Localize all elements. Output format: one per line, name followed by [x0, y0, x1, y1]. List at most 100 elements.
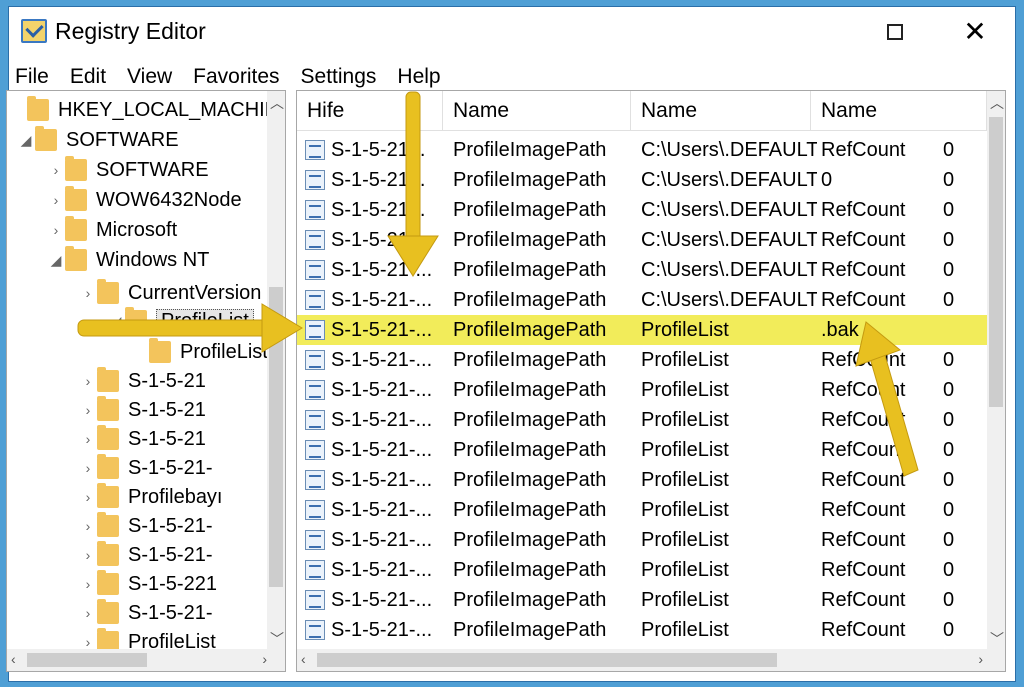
tree-toggle[interactable]: ›	[79, 547, 97, 563]
value-cell: ProfileList	[641, 555, 817, 585]
tree-toggle[interactable]: ›	[47, 162, 65, 178]
tree-item[interactable]: › S-1-5-21	[79, 424, 206, 454]
scroll-left-icon[interactable]: ‹	[11, 651, 16, 667]
tree-item[interactable]: ◢ SOFTWARE	[17, 125, 179, 155]
scroll-thumb[interactable]	[989, 117, 1003, 407]
value-row[interactable]: S-1-5-21-... ProfileImagePath ProfileList R…	[297, 525, 987, 555]
tree-toggle[interactable]: ◢	[47, 252, 65, 269]
value-row[interactable]: S-1-5-21... ProfileImagePath C:\Users\.DEF…	[297, 225, 987, 255]
cell-text: S-1-5-21-...	[331, 348, 433, 371]
cell-text: ProfileImagePath	[453, 468, 607, 491]
value-row[interactable]: S-1-5-21... ProfileImagePath C:\Users\.DEF…	[297, 135, 987, 165]
tree-item-label: Microsoft	[96, 218, 178, 241]
tree-toggle[interactable]: ›	[79, 402, 97, 418]
scroll-down-icon[interactable]: ﹀	[270, 629, 284, 649]
tree-toggle[interactable]: ›	[79, 460, 97, 476]
tree-item[interactable]: › CurrentVersion	[79, 278, 261, 308]
tree-item[interactable]: › Microsoft	[47, 215, 177, 245]
column-header[interactable]: Name	[631, 91, 811, 131]
tree-item[interactable]: › S-1-5-21	[79, 366, 206, 396]
value-row[interactable]: S-1-5-21-... ProfileImagePath ProfileList R…	[297, 465, 987, 495]
tree-toggle[interactable]: ›	[79, 634, 97, 650]
scroll-thumb[interactable]	[27, 653, 147, 667]
menu-settings[interactable]: Settings	[301, 65, 377, 89]
cell-text: 0	[943, 588, 955, 611]
pane-splitter[interactable]	[288, 90, 294, 672]
value-row[interactable]: S-1-5-21-... ProfileImagePath C:\Users\.DE…	[297, 255, 987, 285]
scroll-up-icon[interactable]: ︿	[990, 93, 1004, 113]
scroll-left-icon[interactable]: ‹	[301, 651, 306, 667]
maximize-button[interactable]	[875, 17, 915, 47]
value-row[interactable]: S-1-5-21-... ProfileImagePath ProfileList R…	[297, 585, 987, 615]
value-row[interactable]: S-1-5-21-... ProfileImagePath ProfileList R…	[297, 345, 987, 375]
value-row[interactable]: S-1-5-21-... ProfileImagePath ProfileList R…	[297, 375, 987, 405]
tree-item[interactable]: › S-1-5-21-	[79, 540, 212, 570]
tree-toggle[interactable]: ◢	[107, 313, 125, 330]
menu-favorites[interactable]: Favorites	[193, 65, 279, 89]
tree-item-label: Windows NT	[96, 248, 210, 271]
value-row[interactable]: S-1-5-21... ProfileImagePath C:\Users\.DEF…	[297, 165, 987, 195]
tree-toggle[interactable]: ›	[79, 605, 97, 621]
tree-item-selected[interactable]: ◢ ProfileList	[107, 306, 254, 336]
value-cell: ProfileList	[641, 525, 817, 555]
scroll-right-icon[interactable]: ›	[262, 651, 267, 667]
value-row[interactable]: S-1-5-21-... ProfileImagePath ProfileList R…	[297, 495, 987, 525]
column-header[interactable]: Hife	[297, 91, 443, 131]
cell-text: S-1-5-21...	[331, 138, 426, 161]
tree-item[interactable]: ◢ Windows NT	[47, 245, 209, 275]
scroll-up-icon[interactable]: ︿	[270, 93, 284, 113]
tree-toggle[interactable]: ›	[47, 192, 65, 208]
tree-toggle[interactable]: ›	[79, 576, 97, 592]
tree-toggle[interactable]: ›	[79, 489, 97, 505]
window-title: Registry Editor	[55, 18, 206, 44]
value-row-highlighted[interactable]: S-1-5-21-... ProfileImagePath ProfileList.…	[297, 315, 987, 345]
list-vertical-scrollbar[interactable]: ︿ ﹀	[987, 91, 1005, 651]
scroll-thumb[interactable]	[269, 287, 283, 587]
tree-item[interactable]: › SOFTWARE	[47, 155, 209, 185]
value-cell: RefCount	[821, 345, 937, 375]
tree-toggle[interactable]: ◢	[17, 132, 35, 149]
tree-item[interactable]: › S-1-5-221	[79, 569, 217, 599]
tree-item[interactable]: › S-1-5-21-	[79, 511, 212, 541]
tree-toggle[interactable]: ›	[79, 285, 97, 301]
tree-toggle[interactable]: ›	[79, 373, 97, 389]
registry-value-icon	[305, 140, 325, 160]
cell-text: RefCount	[821, 288, 906, 311]
tree-item[interactable]: › S-1-5-21-	[79, 453, 212, 483]
value-row[interactable]: S-1-5-21-... ProfileImagePath ProfileList R…	[297, 405, 987, 435]
column-header[interactable]: Name	[443, 91, 631, 131]
tree-horizontal-scrollbar[interactable]: ‹ ›	[7, 649, 285, 671]
tree-toggle[interactable]: ›	[47, 222, 65, 238]
cell-text: RefCount	[821, 348, 906, 371]
menu-help[interactable]: Help	[397, 65, 440, 89]
scroll-right-icon[interactable]: ›	[978, 651, 983, 667]
column-header[interactable]: Name	[811, 91, 987, 131]
menu-file[interactable]: File	[15, 65, 49, 89]
tree-item[interactable]: HKEY_LOCAL_MACHINE	[9, 95, 285, 125]
registry-value-icon	[305, 590, 325, 610]
tree-item[interactable]: › WOW6432Node	[47, 185, 242, 215]
value-row[interactable]: S-1-5-21-... ProfileImagePath ProfileList R…	[297, 435, 987, 465]
scroll-down-icon[interactable]: ﹀	[990, 629, 1004, 649]
value-row[interactable]: S-1-5-21-... ProfileImagePath ProfileList R…	[297, 615, 987, 645]
close-button[interactable]: ✕	[955, 17, 995, 47]
tree-vertical-scrollbar[interactable]: ︿ ﹀	[267, 91, 285, 651]
scroll-thumb[interactable]	[317, 653, 777, 667]
registry-value-icon	[305, 290, 325, 310]
tree-item[interactable]: › S-1-5-21-	[79, 598, 212, 628]
value-row[interactable]: S-1-5-21-... ProfileImagePath C:\Users\.DE…	[297, 285, 987, 315]
menu-edit[interactable]: Edit	[70, 65, 106, 89]
cell-text: ProfileList	[641, 468, 729, 491]
value-row[interactable]: S-1-5-21... ProfileImagePath C:\Users\.DEF…	[297, 195, 987, 225]
tree-item-label: ProfileList	[156, 308, 254, 334]
value-row[interactable]: S-1-5-21-... ProfileImagePath ProfileList R…	[297, 555, 987, 585]
menu-view[interactable]: View	[127, 65, 172, 89]
list-horizontal-scrollbar[interactable]: ‹ ›	[297, 649, 1005, 671]
tree-item[interactable]: ProfileList	[131, 337, 268, 367]
cell-text: 0	[943, 378, 955, 401]
tree-toggle[interactable]: ›	[79, 518, 97, 534]
tree-toggle[interactable]: ›	[79, 431, 97, 447]
tree-item[interactable]: › Profilebayı	[79, 482, 223, 512]
tree-item[interactable]: › S-1-5-21	[79, 395, 206, 425]
registry-value-icon	[305, 230, 325, 250]
